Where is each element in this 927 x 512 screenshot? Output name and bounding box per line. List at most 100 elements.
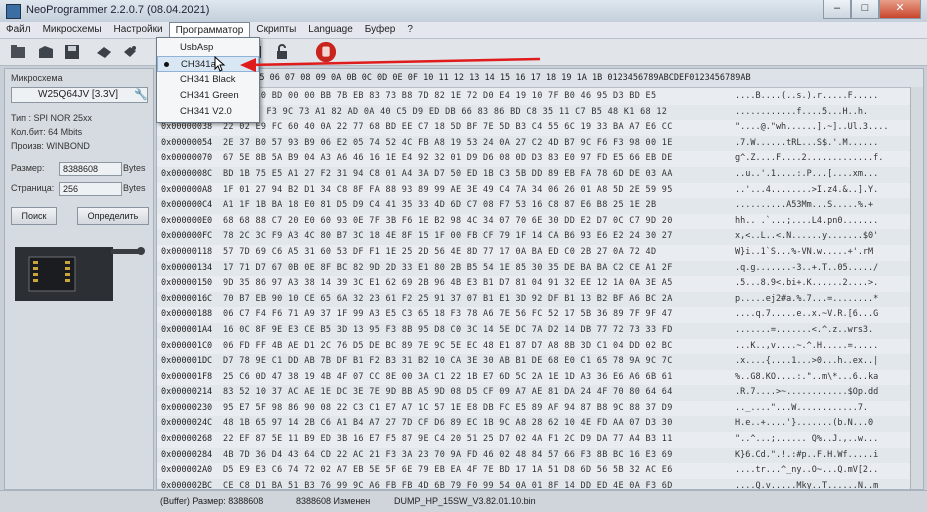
hex-bytes[interactable]: F3 9C 73 A1 82 AD 0A 40 C5 D9 ED DB 66 8…	[223, 105, 667, 121]
open-icon[interactable]	[8, 42, 28, 62]
hex-row[interactable]: 0x00000038 22 02 E9 FC 60 40 0A 22 77 68 …	[157, 120, 923, 136]
unlock-icon[interactable]	[272, 42, 292, 62]
hex-ascii[interactable]: .5...8.9<.bi+.K......2....>.	[735, 276, 878, 292]
hex-row[interactable]: 0x0000024C 48 1B 65 97 14 2B C6 A1 B4 A7 …	[157, 416, 923, 433]
hex-bytes[interactable]: 22 EF 87 5E 11 B9 ED 3B 16 E7 F5 87 9E C…	[223, 432, 673, 448]
menu-help[interactable]: ?	[401, 22, 419, 38]
hex-ascii[interactable]: ..'...4........>I.z4.&..].Y.	[735, 183, 878, 199]
hex-row[interactable]: 0x00000214 83 52 10 37 AC AE 1E DC 3E 7E …	[157, 385, 923, 401]
close-button[interactable]: ✕	[879, 0, 921, 19]
hex-ascii[interactable]: .R.7....>~............$Op.dd	[735, 385, 878, 401]
hex-row[interactable]: 0x000000A8 1F 01 27 94 B2 D1 34 C8 8F FA …	[157, 183, 923, 199]
menu-scripts[interactable]: Скрипты	[250, 22, 302, 38]
read-chip-icon[interactable]	[94, 42, 114, 62]
hex-bytes[interactable]: 4B 7D 36 D4 43 64 CD 22 AC 21 F3 3A 23 7…	[223, 448, 673, 464]
hex-scrollbar[interactable]	[910, 87, 923, 489]
hex-bytes[interactable]: 57 7D 69 C6 A5 31 60 53 DF F1 1E 25 2D 5…	[223, 245, 656, 261]
menu-item-usbasp[interactable]: UsbAsp	[157, 40, 259, 56]
hex-bytes[interactable]: 06 FD FF 4B AE D1 2C 76 D5 DE BC 89 7E 9…	[223, 339, 673, 355]
hex-row[interactable]: 0x000000C4 A1 1F 1B BA 18 E0 81 D5 D9 C4 …	[157, 198, 923, 214]
size-field[interactable]: 8388608	[59, 162, 122, 176]
hex-bytes[interactable]: 78 2C 3C F9 A3 4C 80 B7 3C 18 4E 8F 15 1…	[223, 229, 673, 245]
chip-select-icon[interactable]: 🔧	[134, 88, 148, 101]
hex-ascii[interactable]: ....B....(..s.).r.....F.....	[735, 89, 878, 105]
search-button[interactable]: Поиск	[11, 207, 57, 225]
hex-ascii[interactable]: ..........A53Mm...S.....%.+	[735, 198, 873, 214]
hex-ascii[interactable]: %..G8.KO....:."..m\*...6..ka	[735, 370, 878, 386]
hex-row[interactable]: 0x00000070 67 5E 8B 5A B9 04 A3 A6 46 16 …	[157, 151, 923, 167]
hex-ascii[interactable]: H.e..+....'}.......(b.N...0	[735, 416, 873, 432]
hex-row[interactable]: 0x00000188 06 C7 F4 F6 71 A9 37 1F 99 A3 …	[157, 307, 923, 323]
hex-bytes[interactable]: 2E 37 B0 57 93 B9 06 E2 05 74 52 4C FB A…	[223, 136, 673, 152]
hex-ascii[interactable]: ...K..,v....~.^.H.....=.....	[735, 339, 878, 355]
hex-bytes[interactable]: 16 0C 8F 9E E3 CE B5 3D 13 95 F3 8B 95 D…	[223, 323, 673, 339]
hex-row[interactable]: 0x000001A4 16 0C 8F 9E E3 CE B5 3D 13 95 …	[157, 322, 923, 339]
hex-row[interactable]: 0x00000118 57 7D 69 C6 A5 31 60 53 DF F1 …	[157, 245, 923, 261]
hex-row[interactable]: 0x0000016C 70 B7 EB 90 10 CE 65 6A 32 23 …	[157, 291, 923, 308]
hex-ascii[interactable]: "..^...;...... Q%..J.,..w...	[735, 432, 878, 448]
menu-item-ch341-v2[interactable]: CH341 V2.0	[157, 104, 259, 120]
open-folder-icon[interactable]	[36, 42, 56, 62]
hex-bytes[interactable]: CE C8 D1 BA 51 B3 76 99 9C A6 FB FB 4D 6…	[223, 479, 673, 489]
menu-item-ch341a[interactable]: CH341a	[157, 56, 259, 72]
menu-item-ch341-green[interactable]: CH341 Green	[157, 88, 259, 104]
hex-ascii[interactable]: g^.Z....F....2.............f.	[735, 151, 883, 167]
page-field[interactable]: 256	[59, 182, 122, 196]
hex-ascii[interactable]: hh.. .`...;....L4.pn0.......	[735, 214, 878, 230]
detect-button[interactable]: Определить	[77, 207, 149, 225]
hex-bytes[interactable]: 83 52 10 37 AC AE 1E DC 3E 7E 9D BB A5 9…	[223, 385, 673, 401]
hex-ascii[interactable]: p.....ej2#a.%.7...=........*	[735, 292, 878, 308]
hex-ascii[interactable]: .x....{....1...>0...h..ex..|	[735, 354, 878, 370]
hex-bytes[interactable]: BD 1B 75 E5 A1 27 F2 31 94 C8 01 A4 3A D…	[223, 167, 673, 183]
menu-buffer[interactable]: Буфер	[359, 22, 402, 38]
hex-row[interactable]: 0x000002A0 D5 E9 E3 C6 74 72 02 A7 EB 5E …	[157, 463, 923, 479]
hex-row[interactable]: 0x000000FC 78 2C 3C F9 A3 4C 80 B7 3C 18 …	[157, 229, 923, 245]
hex-bytes[interactable]: 06 C7 F4 F6 71 A9 37 1F 99 A3 E5 C3 65 1…	[223, 307, 673, 323]
hex-ascii[interactable]: ..u..'.1....:.P...[....xm...	[735, 167, 878, 183]
hex-row[interactable]: 0x000002BC CE C8 D1 BA 51 B3 76 99 9C A6 …	[157, 478, 923, 489]
hex-ascii[interactable]: ....q.7.....e..x.~V.R.[6...G	[735, 307, 878, 323]
hex-row[interactable]: 0x00000054 2E 37 B0 57 93 B9 06 E2 05 74 …	[157, 135, 923, 152]
save-icon[interactable]	[62, 42, 82, 62]
hex-row[interactable]: 0x00000284 4B 7D 36 D4 43 64 CD 22 AC 21 …	[157, 447, 923, 464]
hex-bytes[interactable]: 67 5E 8B 5A B9 04 A3 A6 46 16 1E E4 92 3…	[223, 151, 673, 167]
hex-ascii[interactable]: x,<..L..<.N......y.......$0'	[735, 229, 878, 245]
hex-bytes[interactable]: 68 68 88 C7 20 E0 60 93 0E 7F 3B F6 1E B…	[223, 214, 673, 230]
hex-bytes[interactable]: 22 02 E9 FC 60 40 0A 22 77 68 BD EE C7 1…	[223, 120, 673, 136]
hex-ascii[interactable]: K}6.Cd.".!.:#p..F.H.Wf.....i	[735, 448, 878, 464]
hex-bytes[interactable]: 70 B7 EB 90 10 CE 65 6A 32 23 61 F2 25 9…	[223, 292, 673, 308]
hex-row[interactable]: 0x00000268 22 EF 87 5E 11 B9 ED 3B 16 E7 …	[157, 432, 923, 448]
hex-ascii[interactable]: ....Q.v.....Mky..T......N..m	[735, 479, 878, 489]
hex-ascii[interactable]: ............f....5...H..h.	[735, 105, 868, 121]
hex-ascii[interactable]: .7.W......tRL...S$.'.M......	[735, 136, 878, 152]
hex-ascii[interactable]: .......=.......<.^.z..wrs3.	[735, 323, 873, 339]
menu-settings[interactable]: Настройки	[108, 22, 169, 38]
hex-row[interactable]: 0x0000008C BD 1B 75 E5 A1 27 F2 31 94 C8 …	[157, 166, 923, 183]
hex-ascii[interactable]: "....@."wh......].~]..Ul.3....	[735, 120, 889, 136]
hex-editor[interactable]: 02 03 04 05 06 07 08 09 0A 0B 0C 0D 0E 0…	[156, 68, 924, 490]
menu-file[interactable]: Файл	[0, 22, 37, 38]
maximize-button[interactable]: □	[851, 0, 879, 19]
hex-row[interactable]: F3 9C 73 A1 82 AD 0A 40 C5 D9 ED DB 66 8…	[157, 104, 923, 121]
hex-row[interactable]: 0x000001DC D7 78 9E C1 DD AB 7B DF B1 F2 …	[157, 354, 923, 370]
verify-icon[interactable]	[120, 42, 140, 62]
hex-ascii[interactable]: .q.g.......-3..+.T..05...../	[735, 261, 878, 277]
menu-language[interactable]: Language	[302, 22, 359, 38]
menu-chips[interactable]: Микросхемы	[37, 22, 108, 38]
hex-bytes[interactable]: 1F 01 27 94 B2 D1 34 C8 8F FA 88 93 89 9…	[223, 183, 673, 199]
hex-bytes[interactable]: 95 E7 5F 98 86 90 08 22 C3 C1 E7 A7 1C 5…	[223, 401, 673, 417]
hex-row[interactable]: 0x000001F8 25 C6 0D 47 38 19 4B 4F 07 CC …	[157, 370, 923, 386]
hex-bytes[interactable]: D7 78 9E C1 DD AB 7B DF B1 F2 B3 31 B2 1…	[223, 354, 673, 370]
chip-name-box[interactable]: W25Q64JV [3.3V] 🔧	[11, 87, 148, 103]
minimize-button[interactable]: –	[823, 0, 851, 19]
menu-item-ch341-black[interactable]: CH341 Black	[157, 72, 259, 88]
hex-ascii[interactable]: W}i..1`S...%-VN.w.....+'.rM	[735, 245, 873, 261]
hex-row[interactable]: EB F4 40 BD 00 00 BB 7B EB 83 73 B8 7D 8…	[157, 89, 923, 105]
hex-ascii[interactable]: ....tr...^_ny..O~...Q.mV[2..	[735, 463, 878, 479]
hex-row[interactable]: 0x000000E0 68 68 88 C7 20 E0 60 93 0E 7F …	[157, 214, 923, 230]
hex-bytes[interactable]: D5 E9 E3 C6 74 72 02 A7 EB 5E 5F 6E 79 E…	[223, 463, 673, 479]
hex-ascii[interactable]: .._...."...W............7.	[735, 401, 868, 417]
hex-row[interactable]: 0x00000150 9D 35 86 97 A3 38 14 39 3C E1 …	[157, 276, 923, 292]
hex-bytes[interactable]: 48 1B 65 97 14 2B C6 A1 B4 A7 27 7D CF D…	[223, 416, 673, 432]
hex-row[interactable]: 0x000001C0 06 FD FF 4B AE D1 2C 76 D5 DE …	[157, 339, 923, 355]
